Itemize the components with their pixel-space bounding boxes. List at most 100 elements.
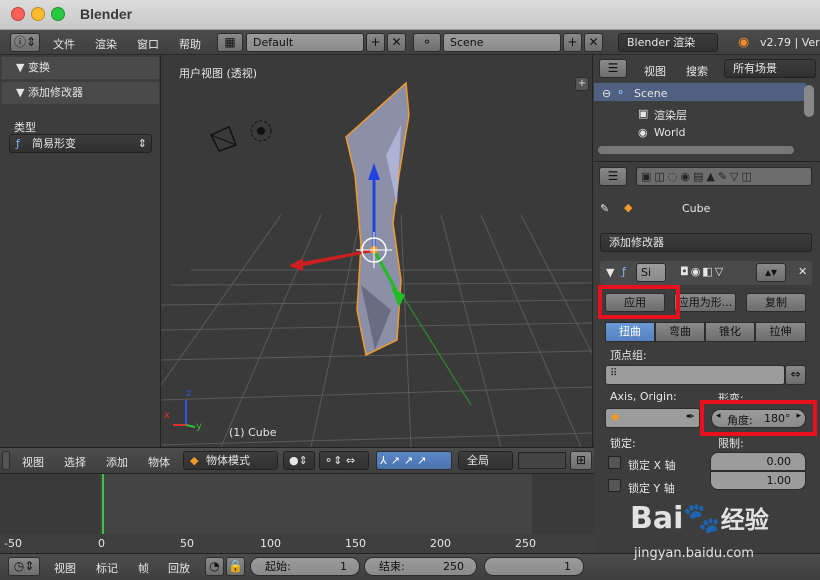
menu-window[interactable]: 窗口 <box>137 36 159 52</box>
menu-marker[interactable]: 标记 <box>96 560 118 576</box>
move-modifier-icon[interactable]: ▴▾ <box>756 263 786 282</box>
outliner-editor-icon[interactable]: ☰ <box>599 59 627 78</box>
pivot-select[interactable]: ⚬⇕ ⇔ <box>319 451 369 470</box>
vertex-group-label: 顶点组: <box>610 349 647 362</box>
lock-label: 锁定: <box>610 437 636 450</box>
menu-select[interactable]: 选择 <box>64 454 86 470</box>
header-grip-icon[interactable] <box>2 451 10 470</box>
modifier-visibility-icons[interactable]: ◘◉◧▽ <box>680 265 725 278</box>
menu-add[interactable]: 添加 <box>106 454 128 470</box>
origin-object-field[interactable]: ◆ ✒ <box>605 408 700 428</box>
outliner-menu-view[interactable]: 视图 <box>644 63 666 79</box>
properties-editor-icon[interactable]: ☰ <box>599 167 627 186</box>
tab-stretch[interactable]: 拉伸 <box>755 322 806 342</box>
tab-taper[interactable]: 锥化 <box>705 322 755 342</box>
limit-min-field[interactable]: 0.00 <box>710 452 806 471</box>
timeline-editor-icon[interactable]: ◷⇕ <box>8 557 40 576</box>
invert-vertex-group-icon[interactable]: ⇔ <box>785 365 806 385</box>
add-layout-icon[interactable]: + <box>366 33 385 52</box>
layer-lock-icon[interactable]: ⊞ <box>570 451 592 470</box>
maximize-window-button[interactable] <box>51 7 65 21</box>
current-frame-field[interactable]: 1 <box>484 557 584 576</box>
end-frame-field[interactable]: 结束: 250 <box>364 557 477 576</box>
copy-button[interactable]: 复制 <box>746 293 806 312</box>
world-icon: ◉ <box>638 126 648 139</box>
limit-max-field[interactable]: 1.00 <box>710 471 806 490</box>
keying-icon[interactable]: ◔ <box>205 557 224 576</box>
outliner-render-layer[interactable]: 渲染层 <box>654 107 687 123</box>
object-mode-icon: ◆ <box>190 454 199 467</box>
menu-file[interactable]: 文件 <box>53 36 75 52</box>
add-scene-icon[interactable]: + <box>563 33 582 52</box>
3d-viewport[interactable]: 用户视图 (透视) (1) Cube z x y + <box>161 55 593 447</box>
add-modifier-select[interactable]: 添加修改器 <box>600 233 812 252</box>
expand-icon[interactable]: ⊖ <box>602 87 611 100</box>
outliner-hscrollbar[interactable] <box>598 146 794 154</box>
tick-label: 250 <box>515 537 536 550</box>
render-engine-select[interactable]: Blender 渲染 <box>618 33 718 52</box>
remove-modifier-icon[interactable]: ✕ <box>798 265 807 278</box>
tab-twist[interactable]: 扭曲 <box>605 322 655 342</box>
shading-select[interactable]: ●⇕ <box>283 451 315 470</box>
minimize-window-button[interactable] <box>31 7 45 21</box>
close-window-button[interactable] <box>11 7 25 21</box>
menu-playback[interactable]: 回放 <box>168 560 190 576</box>
render-layer-icon: ▣ <box>638 107 649 120</box>
pin-icon[interactable]: ✎ <box>600 202 609 215</box>
viewport-add-icon[interactable]: + <box>575 77 589 91</box>
tick-label: 200 <box>430 537 451 550</box>
outliner-filter-select[interactable]: 所有场景 <box>724 59 816 78</box>
editor-type-info-icon[interactable]: ⓘ⇕ <box>10 33 40 52</box>
scene-field[interactable]: Scene <box>443 33 561 52</box>
manipulator-toggles[interactable]: ⅄↗↗↗ <box>376 451 452 470</box>
outliner-world[interactable]: World <box>654 126 686 139</box>
menu-help[interactable]: 帮助 <box>179 36 201 52</box>
lock-y-checkbox[interactable] <box>608 479 621 492</box>
vertex-group-field[interactable]: ⠿ <box>605 365 785 385</box>
watermark-logo: Bai🐾经验 <box>630 500 769 536</box>
current-frame-marker[interactable] <box>102 474 104 534</box>
layer-buttons[interactable] <box>518 452 566 469</box>
mode-select[interactable]: ◆ 物体模式 <box>183 451 278 470</box>
timeline[interactable]: -50 0 50 100 150 200 250 <box>0 473 594 554</box>
add-modifier-panel-header[interactable]: ▼ 添加修改器 <box>2 82 159 104</box>
outliner-scene[interactable]: Scene <box>634 87 668 100</box>
menu-render[interactable]: 渲染 <box>95 36 117 52</box>
object-cube-icon: ◆ <box>624 201 633 214</box>
outliner-menu-search[interactable]: 搜索 <box>686 63 708 79</box>
transform-panel-header[interactable]: ▼ 变换 <box>2 57 159 79</box>
apply-as-shape-button[interactable]: 应用为形... <box>674 293 736 312</box>
remove-layout-icon[interactable]: ✕ <box>387 33 406 52</box>
modifier-header: ▼ ƒ Si ◘◉◧▽ ▴▾ ✕ <box>600 261 812 285</box>
layout-grid-icon[interactable]: ▦ <box>217 33 243 52</box>
menu-view[interactable]: 视图 <box>22 454 44 470</box>
menu-object[interactable]: 物体 <box>148 454 170 470</box>
watermark-brand: Bai <box>630 501 684 536</box>
screen-layout-field[interactable]: Default <box>246 33 364 52</box>
start-value: 1 <box>340 560 347 573</box>
outliner-scrollbar[interactable] <box>804 85 814 117</box>
start-frame-field[interactable]: 起始: 1 <box>250 557 360 576</box>
properties-context-tabs[interactable]: ▣◫◌◉▤▲✎▽◫ <box>636 167 812 186</box>
eyedropper-icon[interactable]: ✒ <box>686 410 695 423</box>
chevron-updown-icon: ⇕ <box>137 137 147 150</box>
collapse-modifier-icon[interactable]: ▼ <box>606 266 614 279</box>
vertex-group-icon: ⠿ <box>610 368 618 379</box>
camera-icon[interactable] <box>209 125 237 152</box>
tool-shelf: ▼ 变换 ▼ 添加修改器 类型 ƒ 简易形变 ⇕ <box>0 55 161 447</box>
current-frame-value: 1 <box>564 560 571 573</box>
remove-scene-icon[interactable]: ✕ <box>584 33 603 52</box>
lamp-icon[interactable] <box>250 120 272 142</box>
gizmo-x-label: x <box>164 410 170 421</box>
mode-value: 物体模式 <box>206 454 250 467</box>
tick-label: 150 <box>345 537 366 550</box>
orientation-select[interactable]: 全局 <box>458 451 513 470</box>
menu-frame[interactable]: 帧 <box>138 560 149 576</box>
lock-range-icon[interactable]: 🔒 <box>226 557 245 576</box>
lock-x-checkbox[interactable] <box>608 456 621 469</box>
modifier-type-select[interactable]: ƒ 简易形变 ⇕ <box>9 134 152 153</box>
tab-bend[interactable]: 弯曲 <box>655 322 705 342</box>
scene-icon[interactable]: ⚬ <box>413 33 441 52</box>
modifier-name-field[interactable]: Si <box>636 263 666 282</box>
menu-view-timeline[interactable]: 视图 <box>54 560 76 576</box>
